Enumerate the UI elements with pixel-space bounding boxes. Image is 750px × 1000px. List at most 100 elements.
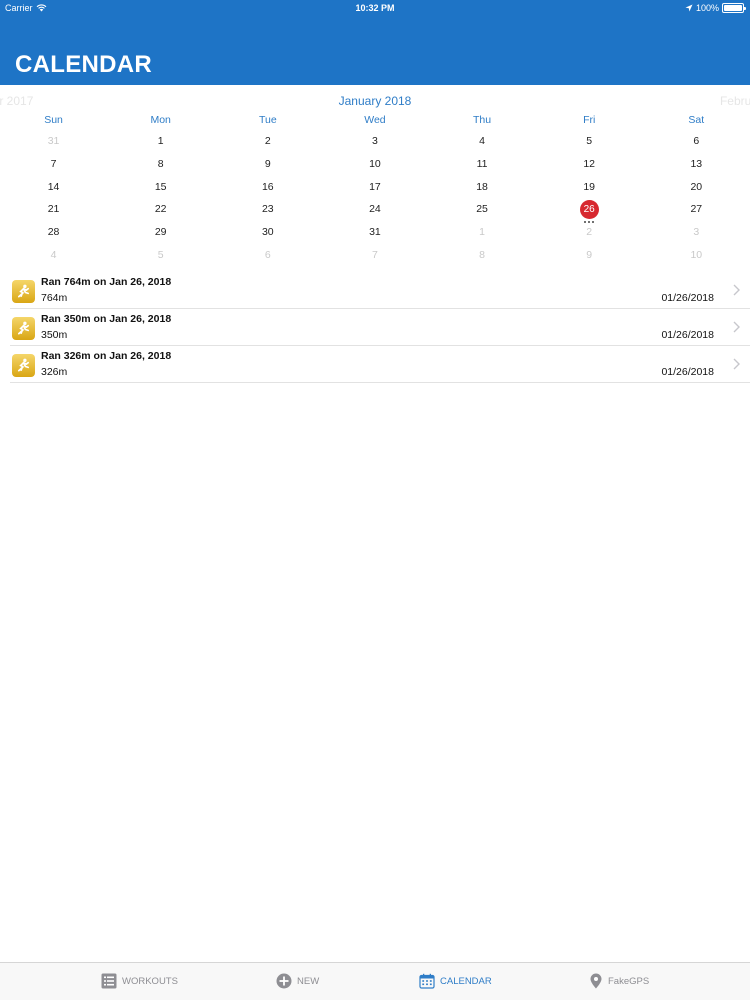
calendar-day[interactable]: 13 xyxy=(643,153,750,176)
workout-title: Ran 350m on Jan 26, 2018 xyxy=(41,313,172,325)
calendar-day[interactable]: 4 xyxy=(429,130,536,153)
calendar-day[interactable]: 3 xyxy=(321,130,428,153)
calendar-day[interactable]: 10 xyxy=(321,153,428,176)
calendar-day[interactable]: 31 xyxy=(321,221,428,244)
calendar-day[interactable]: 23 xyxy=(214,198,321,221)
calendar-day-number: 16 xyxy=(261,180,274,193)
calendar-day-number: 8 xyxy=(479,248,485,261)
calendar-day-number: 26 xyxy=(579,199,599,219)
calendar-day[interactable]: 4 xyxy=(0,243,107,266)
calendar-day-number: 7 xyxy=(50,158,57,171)
calendar-day[interactable]: 10 xyxy=(643,243,750,266)
calendar-day-number: 6 xyxy=(264,248,271,261)
workout-row[interactable]: Ran 326m on Jan 26, 2018 326m 01/26/2018 xyxy=(10,346,750,383)
status-time: 10:32 PM xyxy=(355,3,395,13)
calendar-day-number: 27 xyxy=(690,203,703,216)
calendar-day-number: 17 xyxy=(369,180,381,193)
calendar-day-selected[interactable]: 26 xyxy=(536,198,643,223)
calendar-week-row: 21 22 23 24 25 26 27 xyxy=(0,198,750,223)
next-month-label[interactable]: Februar xyxy=(720,94,750,108)
calendar-day[interactable]: 22 xyxy=(107,198,214,221)
tab-workouts[interactable]: WORKOUTS xyxy=(101,973,178,989)
workout-title: Ran 764m on Jan 26, 2018 xyxy=(41,276,172,288)
calendar-day[interactable]: 6 xyxy=(214,243,321,266)
calendar-day[interactable]: 2 xyxy=(536,221,643,244)
workout-row[interactable]: Ran 764m on Jan 26, 2018 764m 01/26/2018 xyxy=(10,272,750,309)
calendar-day[interactable]: 29 xyxy=(107,221,214,244)
calendar-day-number: 25 xyxy=(476,203,488,216)
weekday-header: Sun Mon Tue Wed Thu Fri Sat xyxy=(0,114,750,126)
calendar-day-number: 5 xyxy=(157,248,164,261)
calendar-day[interactable]: 25 xyxy=(429,198,536,221)
calendar-day-number: 1 xyxy=(157,135,164,148)
calendar-day-number: 22 xyxy=(154,203,167,216)
workout-date: 01/26/2018 xyxy=(661,366,714,378)
calendar-day-number: 3 xyxy=(693,226,700,239)
calendar-day-number: 2 xyxy=(264,135,271,148)
running-icon xyxy=(12,354,35,377)
weekday-thu: Thu xyxy=(473,114,492,126)
calendar-day[interactable]: 8 xyxy=(429,243,536,266)
calendar-day[interactable]: 5 xyxy=(536,130,643,153)
calendar-day[interactable]: 9 xyxy=(214,153,321,176)
tab-calendar[interactable]: CALENDAR xyxy=(419,973,492,989)
calendar-day[interactable]: 12 xyxy=(536,153,643,176)
chevron-right-icon xyxy=(733,284,740,296)
calendar-day-number: 23 xyxy=(261,203,274,216)
calendar-day[interactable]: 21 xyxy=(0,198,107,221)
calendar-day[interactable]: 18 xyxy=(429,175,536,198)
calendar-day[interactable]: 11 xyxy=(429,153,536,176)
calendar-day-number: 19 xyxy=(583,180,596,193)
calendar-day[interactable]: 3 xyxy=(643,221,750,244)
current-month-label: January 2018 xyxy=(338,94,412,108)
calendar-day[interactable]: 28 xyxy=(0,221,107,244)
workout-row[interactable]: Ran 350m on Jan 26, 2018 350m 01/26/2018 xyxy=(10,309,750,346)
calendar-day-number: 29 xyxy=(154,226,167,239)
calendar-day[interactable]: 9 xyxy=(536,243,643,266)
calendar-day[interactable]: 8 xyxy=(107,153,214,176)
calendar-day-number: 31 xyxy=(369,226,381,239)
calendar-day-number: 30 xyxy=(261,226,274,239)
chevron-right-icon xyxy=(733,358,740,370)
calendar-day[interactable]: 16 xyxy=(214,175,321,198)
calendar-week-row: 31 1 2 3 4 5 6 xyxy=(0,130,750,153)
calendar-day[interactable]: 19 xyxy=(536,175,643,198)
tab-bar: WORKOUTS NEW CALENDAR FakeGPS xyxy=(0,962,750,1000)
chevron-right-icon xyxy=(733,321,740,333)
workout-list: Ran 764m on Jan 26, 2018 764m 01/26/2018… xyxy=(10,272,750,383)
calendar-day[interactable]: 31 xyxy=(0,130,107,153)
tab-fakegps[interactable]: FakeGPS xyxy=(589,973,649,989)
tab-fakegps-label: FakeGPS xyxy=(608,975,650,987)
calendar-day-number: 15 xyxy=(154,180,167,193)
running-icon xyxy=(12,280,35,303)
month-header[interactable]: ber 2017 January 2018 Februar xyxy=(0,92,750,110)
workout-date: 01/26/2018 xyxy=(661,329,714,341)
calendar-week-row: 7 8 9 10 11 12 13 xyxy=(0,153,750,176)
calendar-day[interactable]: 6 xyxy=(643,130,750,153)
calendar-week-row: 4 5 6 7 8 9 10 xyxy=(0,243,750,266)
calendar-day-number: 18 xyxy=(476,180,488,193)
calendar-day[interactable]: 15 xyxy=(107,175,214,198)
weekday-sun: Sun xyxy=(44,114,63,126)
calendar-day[interactable]: 14 xyxy=(0,175,107,198)
calendar-day[interactable]: 5 xyxy=(107,243,214,266)
calendar-day[interactable]: 30 xyxy=(214,221,321,244)
calendar-day[interactable]: 17 xyxy=(321,175,428,198)
calendar-day-number: 9 xyxy=(586,248,593,261)
calendar-day[interactable]: 27 xyxy=(643,198,750,221)
calendar-day[interactable]: 2 xyxy=(214,130,321,153)
battery-icon xyxy=(722,3,746,13)
calendar-day[interactable]: 20 xyxy=(643,175,750,198)
calendar-day[interactable]: 1 xyxy=(429,221,536,244)
calendar-day[interactable]: 7 xyxy=(0,153,107,176)
tab-new[interactable]: NEW xyxy=(276,973,319,989)
calendar-day-number: 8 xyxy=(157,158,164,171)
calendar-day[interactable]: 24 xyxy=(321,198,428,221)
calendar-week-row: 28 29 30 31 1 2 3 xyxy=(0,221,750,244)
location-arrow-icon xyxy=(685,4,693,12)
calendar-day[interactable]: 1 xyxy=(107,130,214,153)
calendar-day[interactable]: 7 xyxy=(321,243,428,266)
calendar-day-number: 10 xyxy=(690,248,703,261)
calendar-icon xyxy=(419,973,435,989)
calendar-day-number: 4 xyxy=(50,248,57,261)
